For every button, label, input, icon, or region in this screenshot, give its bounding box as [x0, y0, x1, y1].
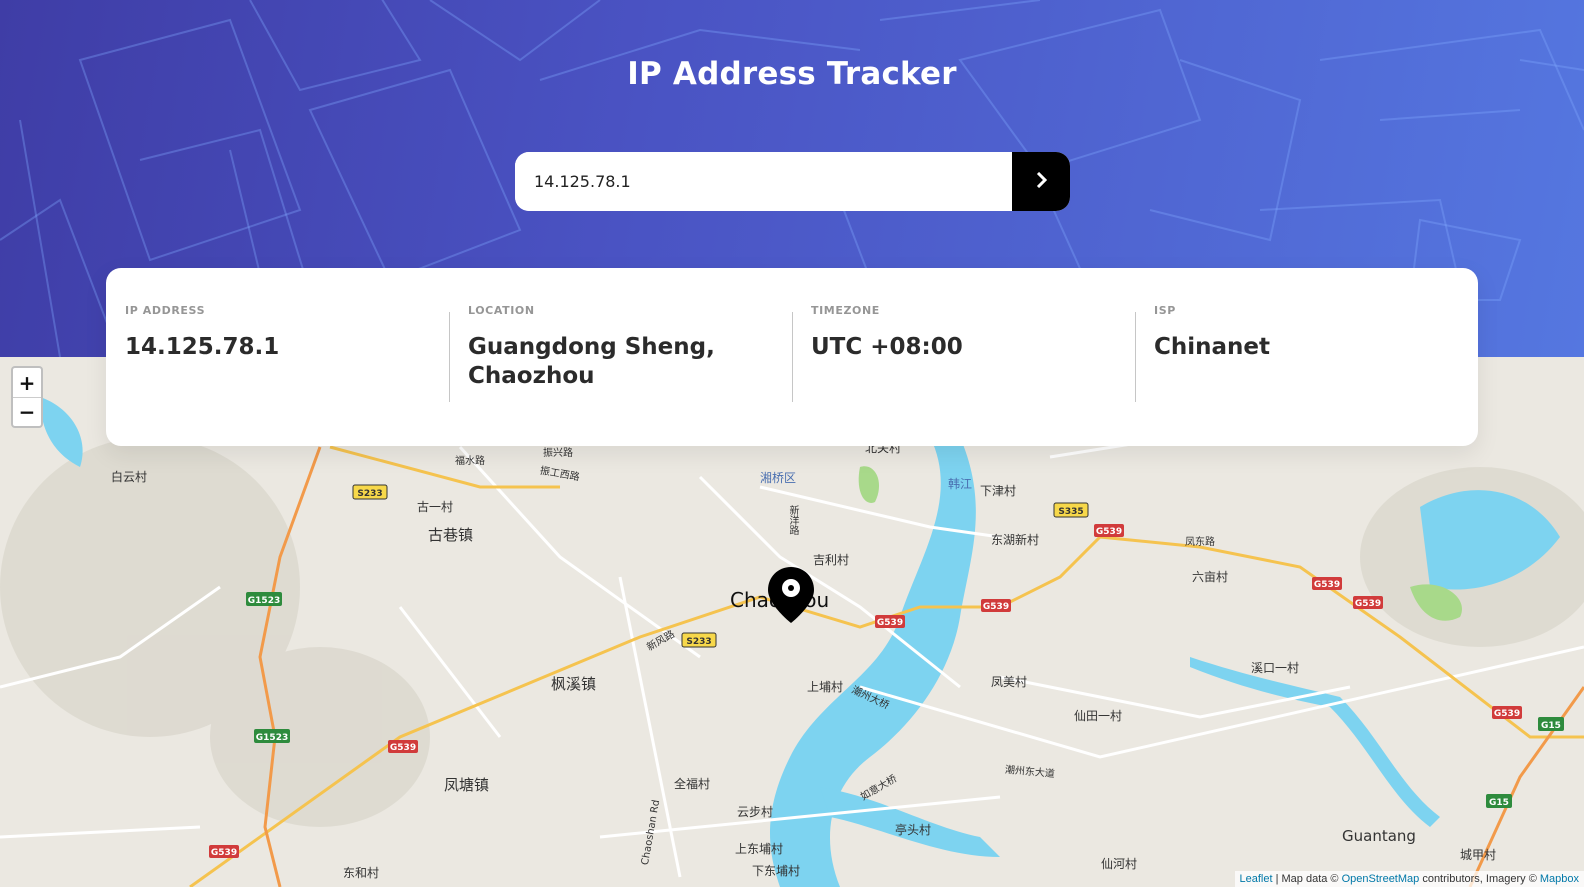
info-label: TIMEZONE [811, 304, 880, 317]
openstreetmap-link[interactable]: OpenStreetMap [1342, 873, 1420, 885]
chevron-right-icon [1036, 171, 1047, 191]
info-value: 14.125.78.1 [125, 334, 280, 360]
road-shield: G539 [1494, 709, 1520, 719]
page-title: IP Address Tracker [627, 56, 957, 92]
road-shield: S335 [1058, 507, 1083, 517]
ip-info-card: IP ADDRESS 14.125.78.1 LOCATION Guangdon… [106, 268, 1478, 446]
zoom-control: + − [11, 366, 43, 428]
info-value: Guangdong Sheng, Chaozhou [468, 334, 715, 389]
map-attribution: Leaflet | Map data © OpenStreetMap contr… [1234, 871, 1584, 887]
mapbox-link[interactable]: Mapbox [1540, 873, 1579, 885]
info-value: Chinanet [1154, 334, 1270, 360]
search-submit-button[interactable] [1012, 152, 1070, 211]
attribution-text: contributors, Imagery © [1419, 873, 1540, 885]
road-shield: G539 [1096, 527, 1122, 537]
info-label: LOCATION [468, 304, 535, 317]
road-shield: G539 [877, 618, 903, 628]
road-shield: G1523 [248, 596, 280, 606]
info-ip-address: IP ADDRESS 14.125.78.1 [106, 268, 449, 446]
attribution-text: | Map data © [1272, 873, 1342, 885]
road-shield: G15 [1489, 798, 1509, 808]
info-timezone: TIMEZONE UTC +08:00 [792, 268, 1135, 446]
road-shield: G15 [1541, 721, 1561, 731]
road-shield: G539 [983, 602, 1009, 612]
road-shield: G539 [1314, 580, 1340, 590]
road-shield: G1523 [256, 733, 288, 743]
road-shield: S233 [357, 489, 382, 499]
road-shield: G539 [1355, 599, 1381, 609]
road-shield: S233 [686, 637, 711, 647]
info-label: IP ADDRESS [125, 304, 206, 317]
info-label: ISP [1154, 304, 1176, 317]
zoom-in-button[interactable]: + [13, 368, 41, 397]
road-shield: G539 [211, 848, 237, 858]
info-isp: ISP Chinanet [1135, 268, 1478, 446]
leaflet-link[interactable]: Leaflet [1240, 873, 1273, 885]
ip-search-input[interactable] [515, 152, 1012, 211]
road-shield: G539 [390, 743, 416, 753]
info-value: UTC +08:00 [811, 334, 963, 360]
info-location: LOCATION Guangdong Sheng, Chaozhou [449, 268, 792, 446]
zoom-out-button[interactable]: − [13, 397, 41, 426]
ip-search-form [515, 152, 1070, 211]
